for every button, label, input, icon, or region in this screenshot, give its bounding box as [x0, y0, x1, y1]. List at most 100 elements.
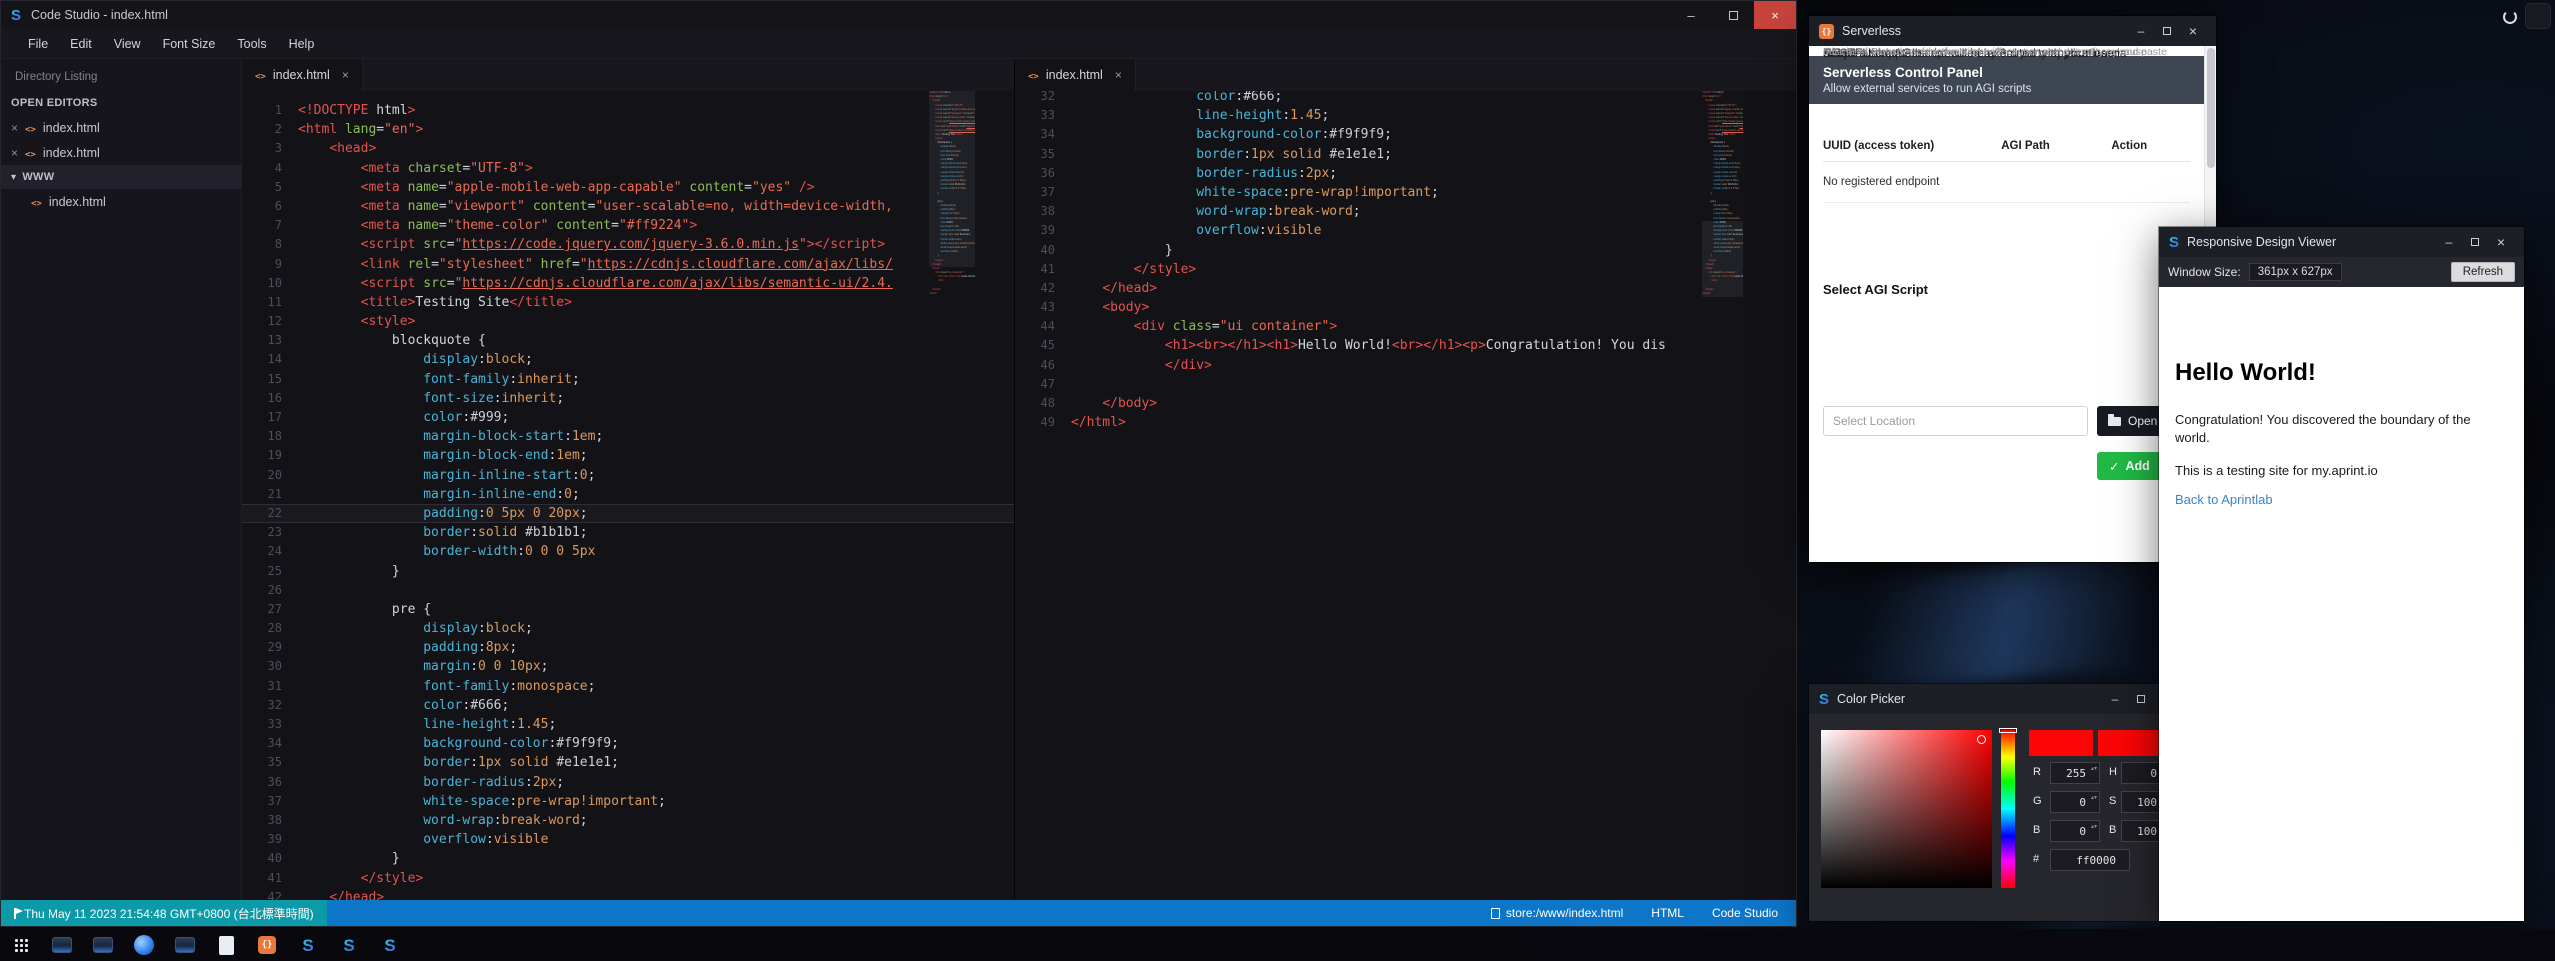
line-number: 7 — [242, 216, 298, 235]
scrollbar-thumb[interactable] — [2207, 48, 2215, 168]
line-number: 20 — [242, 466, 298, 485]
minimize-button[interactable] — [2102, 684, 2128, 714]
menu-item-help[interactable]: Help — [278, 29, 326, 59]
color-cursor[interactable] — [1977, 735, 1986, 744]
select-location-input[interactable]: Select Location — [1823, 406, 2088, 436]
maximize-button[interactable] — [2154, 16, 2180, 46]
section-open-editors[interactable]: OPEN EDITORS — [1, 91, 241, 115]
status-app-name[interactable]: Code Studio — [1712, 906, 1778, 920]
code-line: 35 border:1px solid #e1e1e1; — [1015, 145, 1796, 164]
stepper-icon[interactable]: ▴▾ — [2091, 822, 2097, 831]
minimap-viewport-right[interactable] — [1702, 221, 1743, 297]
code-editor-left[interactable]: 1<!DOCTYPE html>2<html lang="en">3 <head… — [242, 91, 1014, 900]
browser-app[interactable] — [131, 932, 157, 958]
menu-item-tools[interactable]: Tools — [226, 29, 277, 59]
line-number: 12 — [242, 312, 298, 331]
close-button[interactable]: × — [1754, 1, 1796, 29]
close-button[interactable] — [2180, 16, 2206, 46]
html-file-icon — [255, 68, 266, 82]
code-line: 4 <meta charset="UTF-8"> — [242, 159, 1014, 178]
new-color-swatch — [2098, 730, 2165, 756]
maximize-button[interactable] — [2462, 227, 2488, 257]
refresh-icon[interactable] — [2503, 10, 2517, 24]
menu-item-font-size[interactable]: Font Size — [152, 29, 227, 59]
app-window-1[interactable] — [49, 932, 75, 958]
line-number: 14 — [242, 350, 298, 369]
serverless-app[interactable] — [254, 932, 280, 958]
line-number: 28 — [242, 619, 298, 638]
serverless-titlebar[interactable]: Serverless — [1809, 16, 2216, 46]
hex-field[interactable]: ff0000 — [2050, 849, 2130, 871]
tab-index-html-right[interactable]: index.html — [1015, 59, 1136, 91]
minimize-button[interactable] — [2436, 227, 2462, 257]
minimize-button[interactable] — [2128, 16, 2154, 46]
r-field[interactable]: 255▴▾ — [2050, 762, 2100, 784]
code-line: 42 </head> — [242, 888, 1014, 900]
line-number: 34 — [242, 734, 298, 753]
menu-item-file[interactable]: File — [17, 29, 59, 59]
maximize-button[interactable] — [2128, 684, 2154, 714]
serverless-app-icon — [258, 936, 276, 954]
app-window-1-icon — [52, 937, 72, 953]
line-number: 41 — [1015, 260, 1071, 279]
tab-bar-right: index.html — [1015, 59, 1796, 91]
close-icon[interactable] — [11, 121, 18, 135]
desktop-widget[interactable] — [2525, 3, 2551, 29]
restore-button[interactable] — [1712, 1, 1754, 29]
close-tab-icon[interactable] — [337, 68, 349, 82]
workspace: Directory Listing OPEN EDITORS index.htm… — [1, 59, 1796, 900]
close-button[interactable] — [2488, 227, 2514, 257]
app-window-2[interactable] — [90, 932, 116, 958]
line-number: 27 — [242, 600, 298, 619]
code-editor-right[interactable]: 32 color:#666;33 line-height:1.45;34 bac… — [1015, 91, 1796, 900]
tree-item[interactable]: index.html — [1, 189, 241, 214]
stepper-icon[interactable]: ▴▾ — [2091, 793, 2097, 802]
code-line: 13 blockquote { — [242, 331, 1014, 350]
back-link[interactable]: Back to Aprintlab — [2175, 492, 2508, 507]
hue-slider-thumb[interactable] — [1999, 728, 2017, 733]
html-file-icon — [25, 121, 36, 135]
close-tab-icon[interactable] — [1110, 68, 1122, 82]
sidebar-header: Directory Listing — [1, 59, 241, 91]
open-editor-item[interactable]: index.html — [1, 115, 241, 140]
g-field[interactable]: 0▴▾ — [2050, 791, 2100, 813]
hue-slider[interactable] — [2001, 730, 2015, 888]
app-window-3[interactable] — [172, 932, 198, 958]
responsive-viewer-titlebar[interactable]: Responsive Design Viewer — [2159, 227, 2524, 257]
close-icon[interactable] — [11, 146, 18, 160]
status-file-path[interactable]: store:/www/index.html — [1491, 906, 1623, 920]
start-button[interactable] — [8, 932, 34, 958]
browser-app-icon — [134, 935, 154, 955]
menu-item-edit[interactable]: Edit — [59, 29, 103, 59]
window-size-value[interactable]: 361px x 627px — [2249, 263, 2342, 281]
main-titlebar[interactable]: Code Studio - index.html – × — [1, 1, 1796, 29]
responsive-viewer-window: Responsive Design Viewer Window Size: 36… — [2159, 227, 2524, 921]
refresh-button[interactable]: Refresh — [2451, 262, 2515, 282]
code-studio-instance-2[interactable] — [336, 932, 362, 958]
b-field[interactable]: 0▴▾ — [2050, 820, 2100, 842]
saturation-value-area[interactable] — [1821, 730, 1992, 888]
open-editor-item[interactable]: index.html — [1, 140, 241, 165]
files-app[interactable] — [213, 932, 239, 958]
code-line: 45 <h1><br></h1><h1>Hello World!<br></h1… — [1015, 336, 1796, 355]
code-studio-instance-3[interactable] — [377, 932, 403, 958]
line-number: 36 — [242, 773, 298, 792]
line-number: 44 — [1015, 317, 1071, 336]
menu-item-view[interactable]: View — [103, 29, 152, 59]
minimize-button[interactable]: – — [1670, 1, 1712, 29]
endpoint-table-header: UUID (access token)AGI PathAction — [1823, 140, 2190, 162]
color-picker-content: R255▴▾G0▴▾B0▴▾#ff0000H0▴▾S100▴▾B100▴▾ — [1809, 714, 2190, 921]
section-www[interactable]: WWW — [1, 165, 241, 189]
minimap-viewport-left[interactable] — [929, 91, 975, 267]
code-studio-instance-1[interactable] — [295, 932, 321, 958]
status-datetime[interactable]: Thu May 11 2023 21:54:48 GMT+0800 (台北標準時… — [1, 900, 327, 926]
status-language[interactable]: HTML — [1651, 906, 1684, 920]
stepper-icon[interactable]: ▴▾ — [2091, 764, 2097, 773]
input-placeholder: Select Location — [1833, 414, 1915, 428]
tab-index-html-left[interactable]: index.html — [242, 59, 363, 91]
color-picker-titlebar[interactable]: Color Picker — [1809, 684, 2190, 714]
code-line: 33 line-height:1.45; — [242, 715, 1014, 734]
code-studio-window: Code Studio - index.html – × FileEditVie… — [0, 0, 1797, 927]
code-line: 25 } — [242, 562, 1014, 581]
code-line: 27 pre { — [242, 600, 1014, 619]
